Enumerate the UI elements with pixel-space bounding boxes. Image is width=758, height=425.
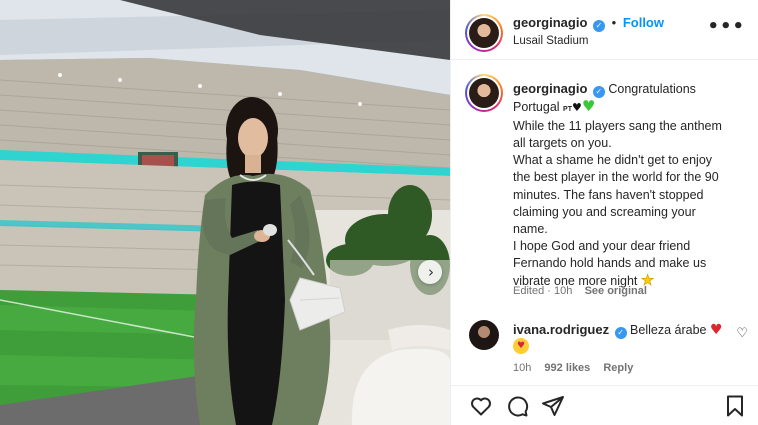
caption-line: the best player in the world for the 90	[513, 170, 719, 185]
follow-button[interactable]: Follow	[623, 15, 664, 30]
reply-button[interactable]: Reply	[603, 362, 633, 374]
comment-text-line: ivana.rodriguez ✓ Belleza árabe ♥	[513, 322, 723, 339]
edited-timestamp: Edited · 10h	[513, 285, 573, 297]
caption-line: While the 11 players sang the anthem	[513, 119, 722, 134]
caption-meta: Edited · 10h See original	[513, 285, 647, 297]
caption-line: I hope God and your dear friend	[513, 238, 691, 253]
caption-line: What a shame he didn't get to enjoy	[513, 153, 713, 168]
caption-line: minutes. The fans haven't stopped	[513, 187, 704, 202]
portugal-flag-icon: PT	[563, 106, 572, 114]
caption-line: claiming you and screaming your	[513, 204, 696, 219]
stadium-photo-illustration	[0, 0, 450, 425]
header-author-line: georginagio ✓ • Follow	[513, 15, 664, 32]
next-photo-button[interactable]: ›	[418, 260, 442, 284]
like-comment-icon[interactable]: ♡	[736, 326, 748, 341]
more-options-icon[interactable]: •••	[707, 16, 745, 37]
bookmark-icon[interactable]	[723, 394, 747, 418]
profile-photo	[469, 18, 499, 48]
separator-dot: •	[611, 15, 617, 30]
see-original-link[interactable]: See original	[585, 285, 647, 297]
profile-photo	[469, 78, 499, 108]
caption-line: name.	[513, 221, 548, 236]
commenter-username[interactable]: ivana.rodriguez	[513, 322, 609, 337]
heart-icon[interactable]	[469, 394, 493, 418]
action-bar	[451, 385, 758, 425]
share-icon[interactable]	[541, 394, 565, 418]
caption-author-avatar[interactable]	[465, 74, 503, 112]
heart-eyes-emoji-icon: ♥	[513, 338, 529, 354]
black-heart-icon: ♥	[572, 101, 582, 115]
comment-likes[interactable]: 992 likes	[544, 362, 590, 374]
caption-username[interactable]: georginagio	[513, 81, 587, 96]
comment-meta: 10h 992 likes Reply	[513, 362, 643, 374]
post-header: georginagio ✓ • Follow Lusail Stadium ••…	[451, 0, 758, 60]
red-heart-icon: ♥	[709, 322, 723, 338]
header-username[interactable]: georginagio	[513, 15, 587, 30]
chevron-right-icon: ›	[428, 262, 434, 281]
location-link[interactable]: Lusail Stadium	[513, 35, 588, 47]
caption-line: all targets on you.	[513, 136, 612, 151]
verified-badge-icon: ✓	[593, 19, 606, 32]
author-avatar[interactable]	[465, 14, 503, 52]
post-photo: ›	[0, 0, 450, 425]
green-heart-icon: ♥	[581, 97, 596, 116]
post-caption: georginagio ✓ Congratulations Portugal P…	[513, 80, 745, 290]
caption-portugal: Portugal	[513, 100, 560, 115]
comment-text: Belleza árabe	[630, 323, 707, 337]
caption-line-2: Portugal PT♥♥	[513, 98, 745, 118]
verified-badge-icon: ✓	[614, 326, 627, 339]
comment-icon[interactable]	[505, 394, 529, 418]
caption-first-line: georginagio ✓ Congratulations	[513, 80, 745, 98]
caption-line: Fernando hold hands and make us	[513, 255, 707, 270]
verified-badge-icon: ✓	[592, 85, 605, 98]
commenter-avatar[interactable]	[469, 320, 499, 350]
comment-time: 10h	[513, 362, 532, 374]
post-side-panel: georginagio ✓ • Follow Lusail Stadium ••…	[450, 0, 758, 425]
caption-line-1: Congratulations	[608, 82, 696, 96]
